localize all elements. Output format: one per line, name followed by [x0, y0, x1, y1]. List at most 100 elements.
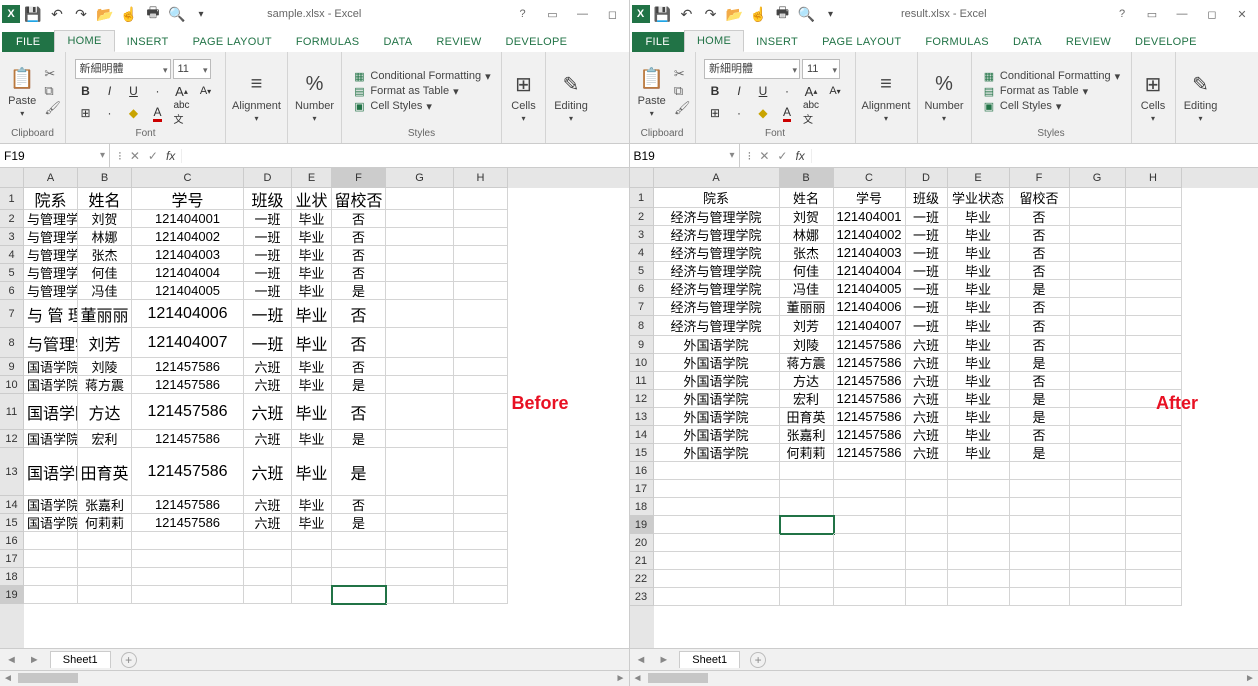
cell[interactable]: 121457586: [834, 426, 906, 444]
cell[interactable]: [454, 282, 508, 300]
cell[interactable]: 一班: [906, 244, 948, 262]
cell[interactable]: 国语学院: [24, 430, 78, 448]
namebox-expand-icon[interactable]: ⁝: [118, 149, 122, 163]
cell[interactable]: [1126, 588, 1182, 606]
cell[interactable]: [654, 498, 780, 516]
conditional-formatting-button[interactable]: ▦Conditional Formatting ▾: [350, 69, 492, 83]
cell[interactable]: [906, 462, 948, 480]
cell[interactable]: [654, 462, 780, 480]
cell[interactable]: [1070, 426, 1126, 444]
italic-button[interactable]: I: [728, 81, 750, 101]
cell[interactable]: 121457586: [834, 336, 906, 354]
editing-button[interactable]: ✎ Editing▾: [1180, 68, 1222, 125]
cell[interactable]: 121457586: [132, 358, 244, 376]
namebox-expand-icon[interactable]: ⁝: [748, 149, 752, 163]
cell[interactable]: [1126, 244, 1182, 262]
close-icon[interactable]: ✕: [1228, 3, 1256, 25]
cell[interactable]: [132, 568, 244, 586]
tab-data[interactable]: DATA: [371, 32, 424, 52]
cell[interactable]: 是: [332, 376, 386, 394]
cell[interactable]: 一班: [906, 262, 948, 280]
fill-color-button[interactable]: ◆: [752, 103, 774, 123]
cell[interactable]: 否: [1010, 262, 1070, 280]
cell[interactable]: [1010, 516, 1070, 534]
row-header[interactable]: 1: [630, 188, 654, 208]
cancel-icon[interactable]: ✕: [130, 149, 140, 163]
cell[interactable]: 是: [1010, 444, 1070, 462]
header-cell[interactable]: 院系: [654, 188, 780, 208]
cell[interactable]: [1070, 516, 1126, 534]
cell[interactable]: [454, 246, 508, 264]
cell[interactable]: [454, 358, 508, 376]
font-color-button[interactable]: A: [147, 103, 169, 123]
cell[interactable]: 一班: [906, 280, 948, 298]
cell[interactable]: [654, 534, 780, 552]
row-header[interactable]: 17: [0, 550, 24, 568]
editing-button[interactable]: ✎ Editing▾: [550, 68, 592, 125]
header-cell[interactable]: 学号: [834, 188, 906, 208]
tab-page-layout[interactable]: PAGE LAYOUT: [810, 32, 913, 52]
cell[interactable]: 六班: [906, 426, 948, 444]
cell[interactable]: [386, 264, 454, 282]
cell[interactable]: 一班: [244, 300, 292, 328]
row-header[interactable]: 13: [0, 448, 24, 496]
conditional-formatting-button[interactable]: ▦Conditional Formatting ▾: [980, 69, 1122, 83]
cell[interactable]: [454, 328, 508, 358]
cell[interactable]: 毕业: [948, 298, 1010, 316]
cell[interactable]: 否: [1010, 372, 1070, 390]
row-header[interactable]: 16: [0, 532, 24, 550]
cell[interactable]: [454, 514, 508, 532]
number-button[interactable]: % Number▾: [291, 68, 338, 125]
cell[interactable]: 冯佳: [780, 280, 834, 298]
tab-developer[interactable]: DEVELOPE: [1123, 32, 1209, 52]
row-header[interactable]: 11: [630, 372, 654, 390]
cell[interactable]: [834, 498, 906, 516]
header-cell[interactable]: 班级: [244, 188, 292, 210]
header-cell[interactable]: 姓名: [78, 188, 132, 210]
cell-styles-button[interactable]: ▣Cell Styles ▾: [980, 99, 1122, 113]
cell[interactable]: [454, 550, 508, 568]
cell[interactable]: 121457586: [834, 408, 906, 426]
cell[interactable]: [948, 570, 1010, 588]
alignment-button[interactable]: ≡ Alignment▾: [228, 68, 285, 125]
row-header[interactable]: 4: [630, 244, 654, 262]
cell[interactable]: 毕业: [948, 372, 1010, 390]
cell[interactable]: [1010, 462, 1070, 480]
cell[interactable]: 121404003: [132, 246, 244, 264]
cell[interactable]: [780, 462, 834, 480]
cell[interactable]: [454, 532, 508, 550]
cell[interactable]: [292, 568, 332, 586]
cell[interactable]: [654, 588, 780, 606]
cell[interactable]: 国语学院: [24, 376, 78, 394]
cell[interactable]: 121404006: [834, 298, 906, 316]
cell[interactable]: 国语学院: [24, 358, 78, 376]
cell[interactable]: 毕业: [292, 376, 332, 394]
cell[interactable]: [1126, 516, 1182, 534]
cell[interactable]: [1010, 588, 1070, 606]
cell[interactable]: 与管理学: [24, 210, 78, 228]
cell[interactable]: 毕业: [292, 328, 332, 358]
cell[interactable]: [1070, 390, 1126, 408]
column-header[interactable]: C: [834, 168, 906, 188]
cell[interactable]: 宏利: [780, 390, 834, 408]
cell[interactable]: [292, 586, 332, 604]
cell[interactable]: [1070, 408, 1126, 426]
cell[interactable]: [1010, 552, 1070, 570]
cell[interactable]: [386, 328, 454, 358]
row-header[interactable]: 22: [630, 570, 654, 588]
sheet-nav-prev[interactable]: ◄: [0, 654, 23, 666]
cell[interactable]: 何佳: [780, 262, 834, 280]
cell[interactable]: 经济与管理学院: [654, 208, 780, 226]
cell[interactable]: 经济与管理学院: [654, 298, 780, 316]
cell[interactable]: 121404004: [132, 264, 244, 282]
cell[interactable]: [1126, 462, 1182, 480]
cell[interactable]: 刘芳: [78, 328, 132, 358]
cell[interactable]: 方达: [78, 394, 132, 430]
cell[interactable]: 张嘉利: [78, 496, 132, 514]
cell[interactable]: [1126, 316, 1182, 336]
cell[interactable]: 121404004: [834, 262, 906, 280]
paste-button[interactable]: 📋 Paste▾: [4, 63, 40, 120]
cell[interactable]: [780, 552, 834, 570]
cell[interactable]: [332, 568, 386, 586]
alignment-button[interactable]: ≡ Alignment▾: [858, 68, 915, 125]
